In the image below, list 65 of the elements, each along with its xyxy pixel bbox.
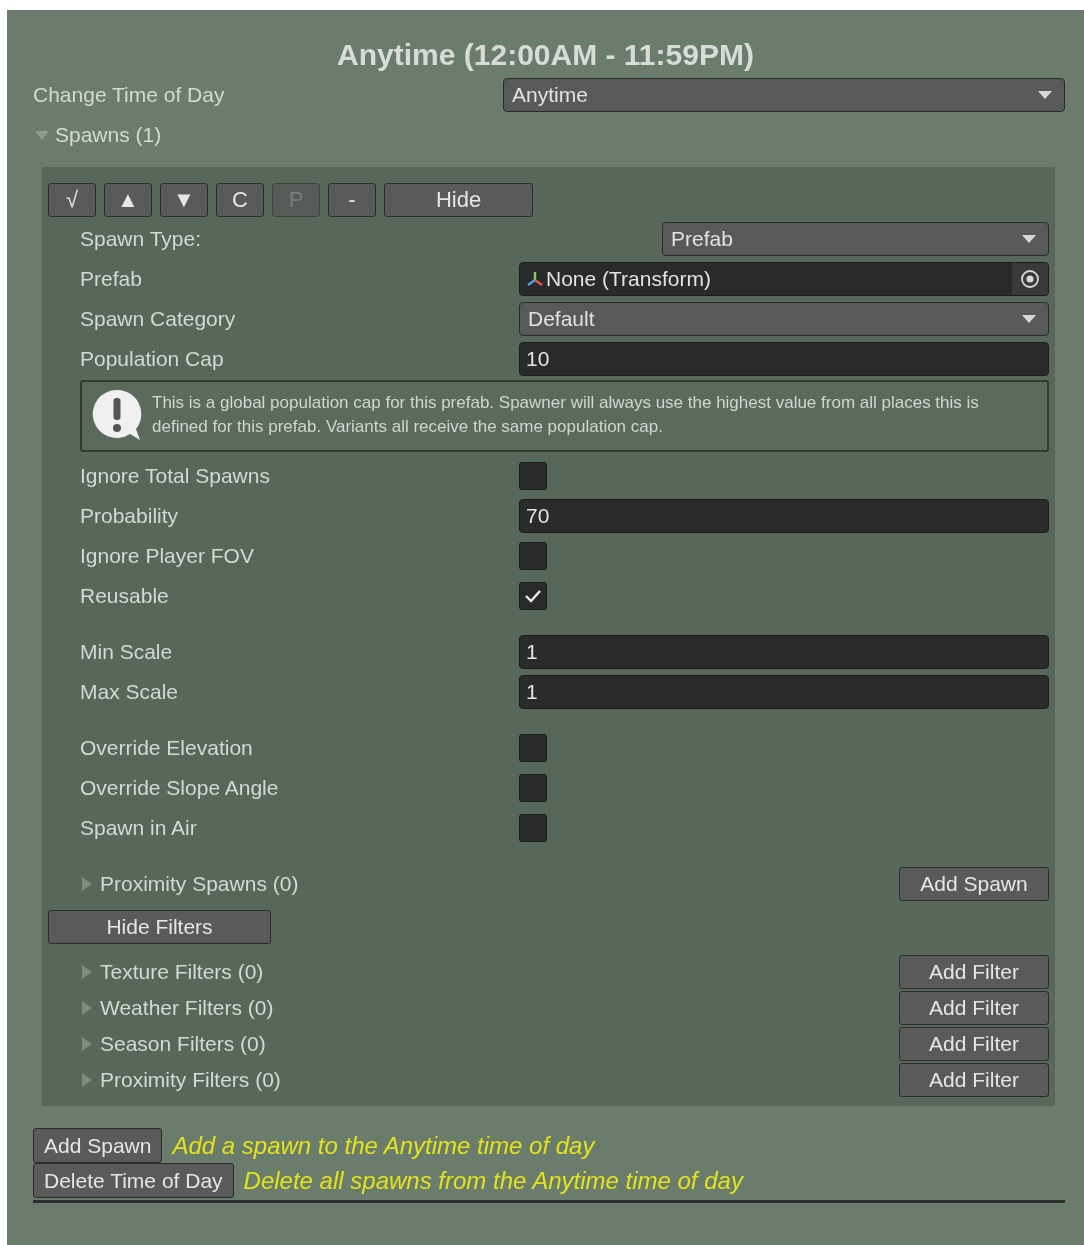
field-label: Min Scale [80,640,174,664]
number-field[interactable]: 70 [519,499,1049,533]
foldout-label[interactable]: Season Filters (0) [100,1032,266,1056]
add-filter-button[interactable]: Add Filter [899,991,1049,1025]
hint-text: Delete all spawns from the Anytime time of day [243,1166,743,1195]
checkbox[interactable] [519,582,547,610]
checkmark-icon [524,588,542,604]
field-label: Spawn in Air [80,816,198,840]
foldout-label[interactable]: Proximity Spawns (0) [100,872,299,896]
field-label: Change Time of Day [33,83,226,107]
add-filter-button[interactable]: Add Filter [899,1027,1049,1061]
hint-text: Add a spawn to the Anytime time of day [172,1131,595,1160]
foldout-arrow-icon[interactable] [80,1001,94,1015]
field-label: Override Slope Angle [80,776,280,800]
number-field[interactable]: 1 [519,635,1049,669]
number-field[interactable]: 1 [519,675,1049,709]
checkbox[interactable] [519,542,547,570]
foldout-arrow-icon[interactable] [80,965,94,979]
foldout-label[interactable]: Weather Filters (0) [100,996,274,1020]
object-picker-icon[interactable] [1020,269,1040,289]
checkbox[interactable] [519,734,547,762]
action-button[interactable]: Add Spawn [33,1128,163,1163]
foldout-label[interactable]: Proximity Filters (0) [100,1068,281,1092]
time-of-day-dropdown[interactable]: Anytime [503,78,1065,112]
category-dropdown[interactable]: Default [519,302,1049,336]
checkbox[interactable] [519,774,547,802]
warning-icon [90,388,144,442]
field-label: Override Elevation [80,736,254,760]
toolbar-button[interactable]: C [216,183,264,217]
foldout-label[interactable]: Spawns (1) [55,123,162,147]
checkbox[interactable] [519,814,547,842]
toolbar-button[interactable]: Hide [384,183,533,217]
field-label: Spawn Type: [80,227,203,251]
transform-icon [526,270,544,288]
foldout-arrow-icon[interactable] [80,1073,94,1087]
toolbar-button[interactable]: √ [48,183,96,217]
toolbar-button[interactable]: - [328,183,376,217]
add-spawn-button[interactable]: Add Spawn [899,867,1049,901]
foldout-label[interactable]: Texture Filters (0) [100,960,264,984]
action-button[interactable]: Delete Time of Day [33,1163,234,1198]
field-label: Spawn Category [80,307,237,331]
field-label: Probability [80,504,180,528]
object-field[interactable]: None (Transform) [519,262,1049,296]
foldout-arrow-icon[interactable] [80,877,94,891]
add-filter-button[interactable]: Add Filter [899,955,1049,989]
field-label: Reusable [80,584,170,608]
checkbox[interactable] [519,462,547,490]
foldout-arrow-icon[interactable] [35,128,49,142]
add-filter-button[interactable]: Add Filter [899,1063,1049,1097]
field-label: Max Scale [80,680,180,704]
spawn-type-dropdown[interactable]: Prefab [662,222,1049,256]
toolbar-button[interactable]: ▲ [104,183,152,217]
number-field[interactable]: 10 [519,342,1049,376]
hide-filters-button[interactable]: Hide Filters [48,910,271,944]
caret-icon [1022,315,1036,323]
field-label: Ignore Player FOV [80,544,255,568]
field-label: Ignore Total Spawns [80,464,271,488]
toolbar-button[interactable]: ▼ [160,183,208,217]
section-title: Anytime (12:00AM - 11:59PM) [336,37,755,73]
help-text: This is a global population cap for this prefab. Spawner will always use the highest value from all places this is defined for this prefab. Variants all receive the same population cap. [152,392,980,438]
field-label: Prefab [80,267,143,291]
field-label: Population Cap [80,347,225,371]
caret-icon [1038,91,1052,99]
foldout-arrow-icon[interactable] [80,1037,94,1051]
caret-icon [1022,235,1036,243]
